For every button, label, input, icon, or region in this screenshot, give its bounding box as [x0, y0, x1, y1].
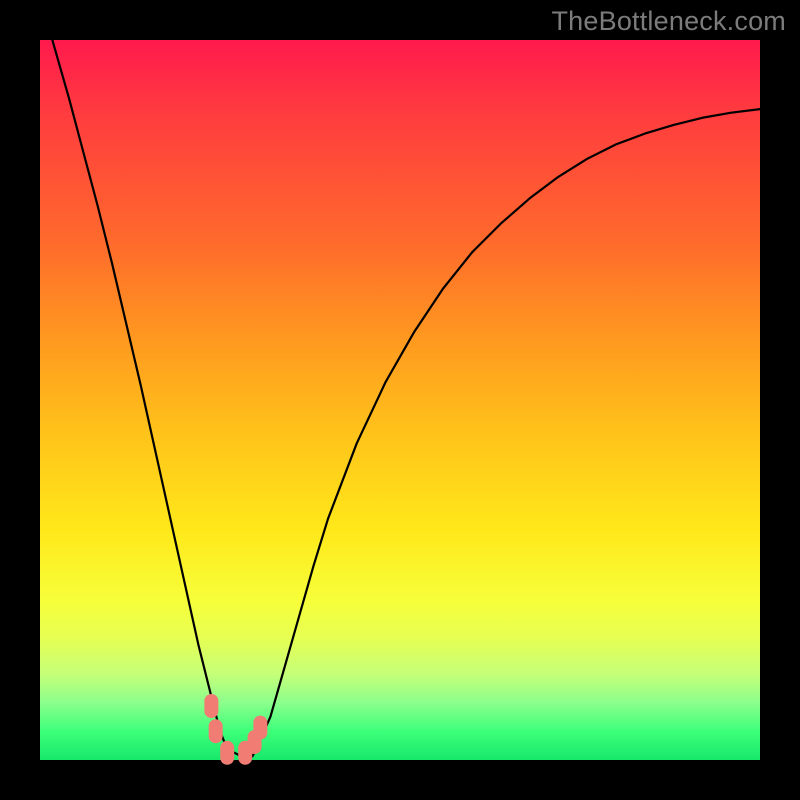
bottleneck-curve [40, 0, 760, 756]
chart-frame [40, 40, 760, 760]
bottleneck-curve-plot [40, 40, 760, 760]
curve-marker [220, 741, 234, 765]
watermark-text: TheBottleneck.com [551, 6, 786, 37]
curve-marker [204, 694, 218, 718]
curve-marker [253, 716, 267, 740]
curve-marker [209, 719, 223, 743]
